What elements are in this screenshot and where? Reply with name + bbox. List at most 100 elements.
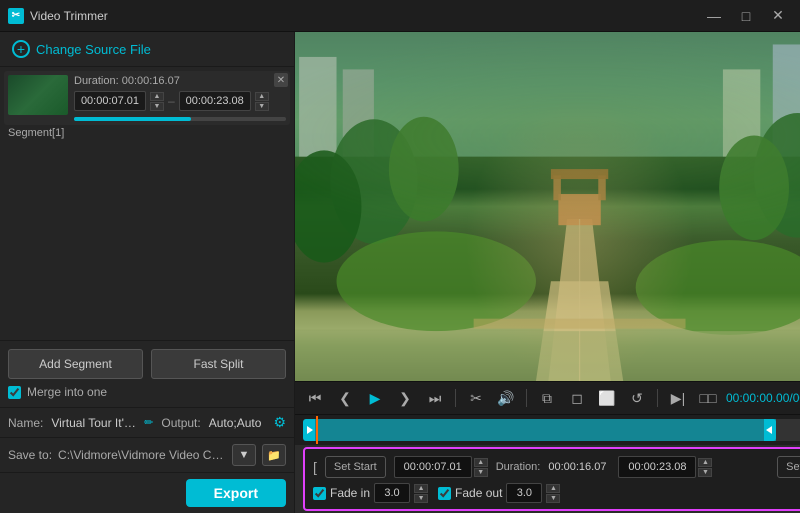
playback-controls: ⏮ ❮ ▶ ❯ ⏭ ✂ 🔊 ⧉ ◻ ⬜ ↺ ▶| □□ 00:00:00.00/… (295, 381, 800, 415)
set-start-button[interactable]: Set Start (325, 456, 386, 478)
fade-out-input[interactable] (506, 483, 542, 503)
segment-thumbnail (8, 75, 68, 115)
merge-checkbox[interactable] (8, 386, 21, 399)
timeline-selection (315, 419, 776, 441)
titlebar: ✂ Video Trimmer — □ ✕ (0, 0, 800, 32)
segment-item: Duration: 00:00:16.07 ▲ ▼ – ▲ ▼ (4, 71, 290, 125)
fade-row: Fade in ▲ ▼ Fade out ▲ ▼ (311, 481, 800, 505)
set-end-button[interactable]: Set End (777, 456, 800, 478)
plus-icon: + (12, 40, 30, 58)
start-spin-down[interactable]: ▼ (150, 102, 164, 111)
save-row: Save to: C:\Vidmore\Vidmore Video Conver… (0, 437, 294, 472)
timeline-track[interactable] (303, 419, 800, 441)
right-panel: ⏮ ❮ ▶ ❯ ⏭ ✂ 🔊 ⧉ ◻ ⬜ ↺ ▶| □□ 00:00:00.00/… (295, 32, 800, 513)
segment-close-button[interactable]: ✕ (274, 73, 288, 87)
output-value: Auto;Auto (209, 416, 262, 430)
timeline-start-marker[interactable] (303, 419, 315, 441)
name-output-row: Name: Virtual Tour It'...(Intramuros).mp… (0, 407, 294, 437)
end-time-input[interactable] (618, 456, 696, 478)
name-label: Name: (8, 416, 43, 430)
app-title: Video Trimmer (30, 9, 700, 23)
export-button[interactable]: Export (186, 479, 286, 507)
start-time-group: ▲ ▼ (394, 456, 488, 478)
window-controls: — □ ✕ (700, 5, 792, 27)
rotate-button[interactable]: ↺ (625, 386, 649, 410)
park-overlay (295, 32, 800, 381)
end-spin-up[interactable]: ▲ (255, 92, 269, 101)
loop-button[interactable]: ⧉ (535, 386, 559, 410)
segment-duration: Duration: 00:00:16.07 (74, 75, 286, 87)
prev-frame-button[interactable]: ❮ (333, 386, 357, 410)
edit-icon[interactable]: ✏ (144, 416, 153, 429)
start-marker-icon (305, 424, 313, 436)
start-time-spin-up[interactable]: ▲ (474, 458, 488, 467)
gear-icon[interactable]: ⚙ (273, 414, 286, 431)
fade-in-checkbox[interactable] (313, 487, 326, 500)
fade-out-group: Fade out ▲ ▼ (438, 483, 560, 503)
segment-end-input[interactable] (179, 91, 251, 111)
output-label: Output: (161, 416, 200, 430)
export-area: Export (0, 472, 294, 513)
start-spin-up[interactable]: ▲ (150, 92, 164, 101)
duration-value: 00:00:16.07 (548, 461, 606, 473)
snapshot-button[interactable]: ◻ (565, 386, 589, 410)
start-time-input[interactable] (394, 456, 472, 478)
time-dash: – (168, 94, 175, 108)
fast-split-button[interactable]: Fast Split (151, 349, 286, 379)
left-panel: + Change Source File Duration: 00:00:16.… (0, 32, 295, 513)
add-source-button[interactable]: + Change Source File (0, 32, 294, 67)
next-frame-button[interactable]: ❯ (393, 386, 417, 410)
start-spinners: ▲ ▼ (150, 92, 164, 111)
segment-label: Segment[1] (4, 125, 290, 141)
end-spinners: ▲ ▼ (255, 92, 269, 111)
current-time: 00:00:00.00 (726, 391, 789, 405)
fade-in-input[interactable] (374, 483, 410, 503)
fade-out-spin-up[interactable]: ▲ (546, 484, 560, 493)
bracket-start-icon: [ (313, 459, 317, 475)
minimize-button[interactable]: — (700, 5, 728, 27)
timeline-end-marker[interactable] (764, 419, 776, 441)
trim-button[interactable]: ✂ (464, 386, 488, 410)
segment-info: Duration: 00:00:16.07 ▲ ▼ – ▲ ▼ (74, 75, 286, 121)
skip-forward-button[interactable]: ⏭ (423, 386, 447, 410)
set-points-row: [ Set Start ▲ ▼ Duration: 00:00:16.07 ▲ … (311, 453, 800, 481)
save-to-label: Save to: (8, 448, 52, 462)
end-time-spin-up[interactable]: ▲ (698, 458, 712, 467)
crop-button[interactable]: ⬜ (595, 386, 619, 410)
frame-view-button[interactable]: □□ (696, 386, 720, 410)
fade-in-spin-down[interactable]: ▼ (414, 494, 428, 503)
skip-back-button[interactable]: ⏮ (303, 386, 327, 410)
app-icon: ✂ (8, 8, 24, 24)
end-marker-icon (766, 424, 774, 436)
total-time: 00:00:30.01 (793, 391, 800, 405)
end-spin-down[interactable]: ▼ (255, 102, 269, 111)
play-segment-button[interactable]: ▶| (666, 386, 690, 410)
segment-progress-fill (74, 117, 191, 121)
segment-times: ▲ ▼ – ▲ ▼ (74, 91, 286, 111)
start-time-spin-down[interactable]: ▼ (474, 468, 488, 477)
folder-dropdown-button[interactable]: ▼ (232, 444, 256, 466)
add-segment-button[interactable]: Add Segment (8, 349, 143, 379)
fade-out-spinners: ▲ ▼ (546, 484, 560, 503)
fade-out-checkbox[interactable] (438, 487, 451, 500)
main-layout: + Change Source File Duration: 00:00:16.… (0, 32, 800, 513)
duration-value: 00:00:16.07 (122, 75, 180, 87)
timeline-playhead (316, 416, 318, 444)
fade-in-spin-up[interactable]: ▲ (414, 484, 428, 493)
merge-label: Merge into one (27, 385, 107, 399)
volume-button[interactable]: 🔊 (494, 386, 518, 410)
maximize-button[interactable]: □ (732, 5, 760, 27)
merge-row: Merge into one (8, 385, 286, 399)
play-button[interactable]: ▶ (363, 386, 387, 410)
end-time-spin-down[interactable]: ▼ (698, 468, 712, 477)
name-value: Virtual Tour It'...(Intramuros).mp4 (51, 416, 136, 430)
fade-out-label: Fade out (455, 486, 502, 500)
bottom-left: Add Segment Fast Split Merge into one (0, 340, 294, 407)
open-folder-button[interactable]: 📁 (262, 444, 286, 466)
fade-out-spin-down[interactable]: ▼ (546, 494, 560, 503)
segment-start-input[interactable] (74, 91, 146, 111)
video-preview (295, 32, 800, 381)
segment-progress-bar (74, 117, 286, 121)
fade-in-group: Fade in ▲ ▼ (313, 483, 428, 503)
close-button[interactable]: ✕ (764, 5, 792, 27)
